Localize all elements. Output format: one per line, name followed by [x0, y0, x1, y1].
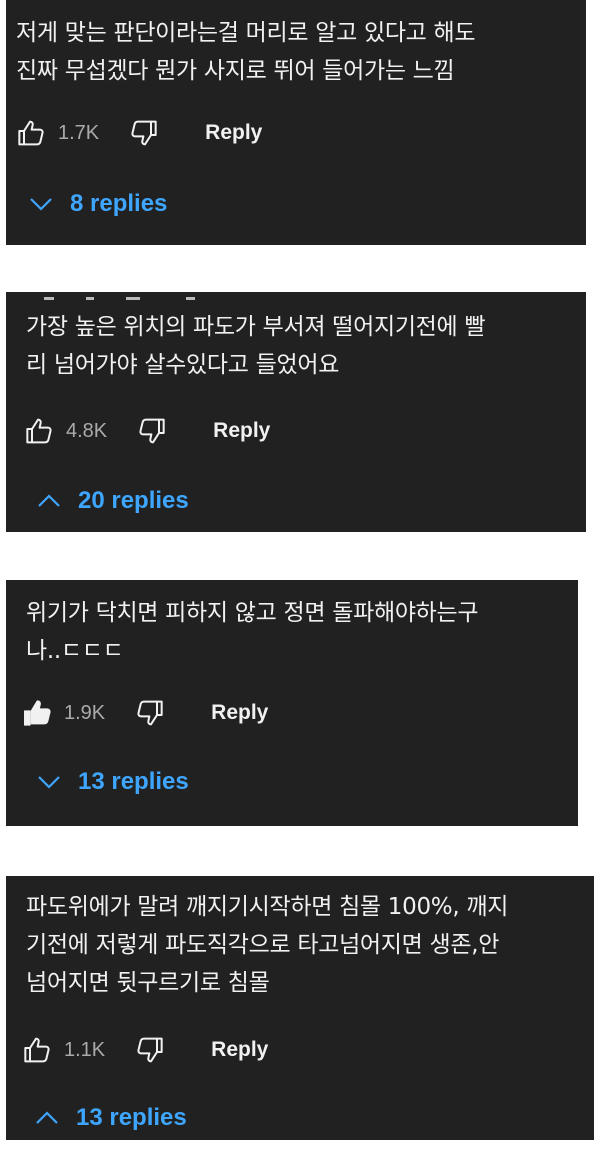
replies-label: 8 replies	[70, 190, 168, 217]
reply-button[interactable]: Reply	[211, 1038, 268, 1062]
comment-card: 저게 맞는 판단이라는걸 머리로 알고 있다고 해도 진짜 무섭겠다 뭔가 사지…	[6, 0, 586, 245]
comment-card: 위기가 닥치면 피하지 않고 정면 돌파해야하는구 나..ㄷㄷㄷ 1.9K Re…	[6, 580, 578, 826]
like-count: 1.7K	[58, 121, 100, 144]
comment-card: 가장 높은 위치의 파도가 부서져 떨어지기전에 빨 리 넘어가야 살수있다고 …	[6, 292, 586, 532]
like-count: 1.9K	[64, 701, 106, 724]
reply-button[interactable]: Reply	[211, 701, 268, 725]
chevron-down-icon	[34, 770, 64, 794]
comment-card: 파도위에가 말려 깨지기시작하면 침몰 100%, 깨지 기전에 저렇게 파도직…	[6, 876, 594, 1140]
chevron-down-icon	[26, 192, 56, 216]
like-count: 4.8K	[66, 419, 108, 442]
comment-actions: 1.9K Reply	[20, 693, 268, 733]
comment-actions: 1.1K Reply	[20, 1030, 268, 1070]
replies-toggle[interactable]: 8 replies	[26, 184, 167, 224]
replies-label: 13 replies	[78, 768, 189, 795]
cropped-text-fragment	[26, 290, 546, 300]
thumb-up-icon[interactable]	[20, 695, 56, 731]
thumb-down-icon[interactable]	[133, 413, 169, 449]
chevron-up-icon	[34, 489, 64, 513]
comment-actions: 1.7K Reply	[14, 113, 262, 153]
comment-text: 저게 맞는 판단이라는걸 머리로 알고 있다고 해도 진짜 무섭겠다 뭔가 사지…	[16, 20, 476, 84]
like-count: 1.1K	[64, 1038, 106, 1061]
comment-text: 가장 높은 위치의 파도가 부서져 떨어지기전에 빨 리 넘어가야 살수있다고 …	[26, 314, 486, 378]
thumb-up-icon[interactable]	[14, 115, 50, 151]
reply-button[interactable]: Reply	[213, 419, 270, 443]
replies-toggle[interactable]: 20 replies	[34, 481, 189, 521]
comment-text: 위기가 닥치면 피하지 않고 정면 돌파해야하는구 나..ㄷㄷㄷ	[26, 600, 479, 664]
thumb-down-icon[interactable]	[131, 1032, 167, 1068]
reply-button[interactable]: Reply	[205, 121, 262, 145]
replies-label: 13 replies	[76, 1104, 187, 1131]
thumb-up-icon[interactable]	[22, 413, 58, 449]
replies-toggle[interactable]: 13 replies	[32, 1098, 187, 1138]
replies-toggle[interactable]: 13 replies	[34, 762, 189, 802]
comment-text: 파도위에가 말려 깨지기시작하면 침몰 100%, 깨지 기전에 저렇게 파도직…	[26, 894, 509, 996]
replies-label: 20 replies	[78, 487, 189, 514]
chevron-up-icon	[32, 1106, 62, 1130]
thumb-down-icon[interactable]	[125, 115, 161, 151]
thumb-up-icon[interactable]	[20, 1032, 56, 1068]
thumb-down-icon[interactable]	[131, 695, 167, 731]
comment-actions: 4.8K Reply	[22, 411, 270, 451]
